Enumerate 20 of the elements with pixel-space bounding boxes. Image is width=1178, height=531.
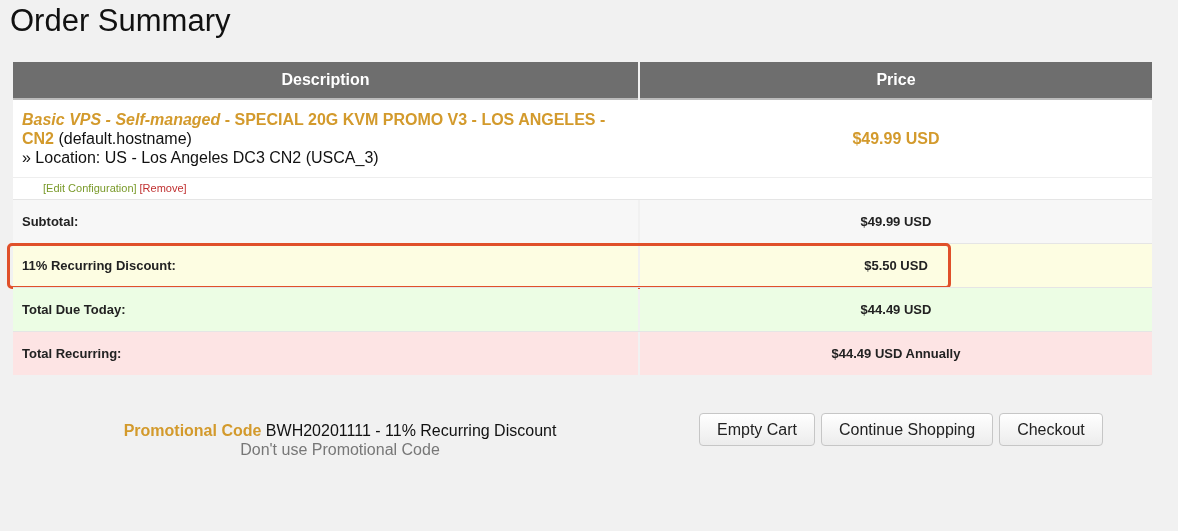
remove-promo-link[interactable]: Don't use Promotional Code (240, 440, 440, 459)
summary-label: Total Recurring: (13, 332, 638, 375)
summary-label: Subtotal: (13, 200, 638, 243)
summary-value: $5.50 USD (640, 244, 1152, 287)
cart-button[interactable]: Continue Shopping (821, 413, 994, 446)
product-name: Basic VPS - Self-managed - SPECIAL 20G KVM PROMO V3 - LOS ANGELES - CN2 (default.hostname) (22, 110, 607, 148)
column-header: Price (640, 62, 1152, 100)
cart-button[interactable]: Empty Cart (699, 413, 815, 446)
location-text: » Location: US - Los Angeles DC3 CN2 (USCA_3) (22, 148, 380, 167)
page-title: Order Summary (9, 2, 232, 40)
summary-value: $44.49 USD Annually (640, 332, 1152, 375)
summary-value: $44.49 USD (640, 288, 1152, 331)
remove-link[interactable]: [Remove] (139, 180, 187, 197)
summary-label: Total Due Today: (13, 288, 638, 331)
cart-button[interactable]: Checkout (999, 413, 1103, 446)
promo-code-text: Promotional Code BWH20201111 - 11% Recurring Discount (123, 421, 557, 440)
summary-value: $49.99 USD (640, 200, 1152, 243)
item-price: $49.99 USD (851, 128, 941, 149)
summary-label: 11% Recurring Discount: (13, 244, 638, 287)
column-header: Description (13, 62, 638, 100)
